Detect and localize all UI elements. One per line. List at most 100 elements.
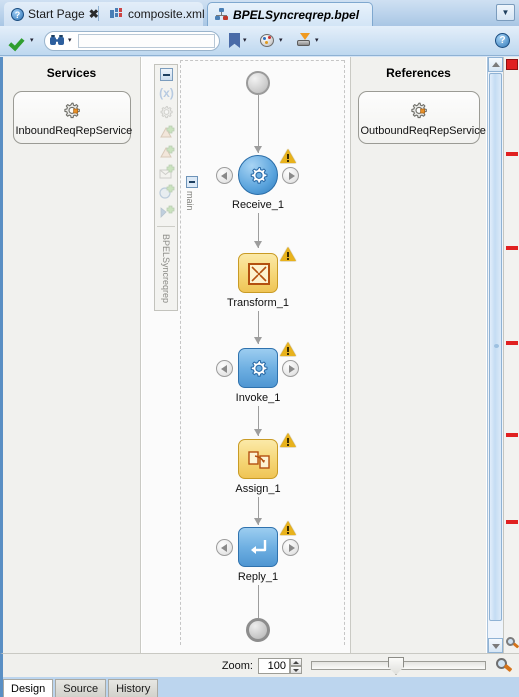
error-marker[interactable] [506, 520, 518, 524]
scroll-up-button[interactable] [488, 57, 503, 72]
binoculars-icon[interactable] [50, 34, 65, 47]
assign-icon [247, 448, 271, 472]
end-event[interactable] [246, 618, 270, 642]
scroll-thumb-grip [494, 344, 499, 348]
scroll-thumb[interactable] [489, 73, 502, 621]
error-marker[interactable] [506, 246, 518, 250]
zoom-stepper-down[interactable] [290, 665, 302, 674]
validate-icon[interactable] [10, 33, 27, 48]
activity-node-receive-1[interactable] [238, 155, 278, 195]
start-event[interactable] [246, 71, 270, 95]
service-node-inbound[interactable]: InboundReqRepService [12, 91, 133, 144]
editor-tab-bar: ? Start Page ✖ composite.xml BPELSyncreq… [0, 0, 519, 26]
tab-history[interactable]: History [108, 679, 159, 697]
search-scope-caret-icon[interactable]: ▾ [68, 37, 75, 44]
nav-prev-invoke-1[interactable] [216, 360, 233, 377]
references-panel: References OutboundReqRepService [350, 57, 486, 653]
deploy-dropdown-caret-icon[interactable]: ▾ [315, 37, 322, 44]
editor-mode-tab-bar: Design Source History [0, 677, 519, 697]
error-marker[interactable] [506, 152, 518, 156]
nav-next-receive-1[interactable] [282, 167, 299, 184]
reply-icon [248, 537, 270, 559]
validate-dropdown-caret-icon[interactable]: ▾ [30, 37, 37, 44]
nav-next-reply-1[interactable] [282, 539, 299, 556]
references-panel-title: References [386, 66, 451, 80]
services-panel-title: Services [46, 66, 97, 80]
deploy-icon[interactable] [296, 33, 312, 48]
flow-graph: Receive_1 Transform_1 Invoke_1 Assign_1 … [142, 57, 350, 653]
gear-icon [247, 164, 271, 188]
error-marker[interactable] [506, 341, 518, 345]
magnifier-icon[interactable] [496, 658, 513, 673]
composite-icon [110, 8, 124, 20]
help-icon[interactable]: ? [495, 33, 510, 48]
arrowhead [254, 518, 262, 525]
gear-icon [247, 357, 271, 381]
gear-icon [408, 102, 430, 125]
tab-start-page[interactable]: ? Start Page ✖ [4, 2, 111, 26]
tab-start-page-label: Start Page [28, 7, 85, 21]
warning-icon-receive-1[interactable] [280, 149, 296, 164]
scroll-down-button[interactable] [488, 638, 503, 653]
tab-source[interactable]: Source [55, 679, 107, 697]
palette-icon[interactable] [260, 33, 276, 48]
palette-dropdown-caret-icon[interactable]: ▾ [279, 37, 286, 44]
bookmark-icon[interactable] [229, 33, 240, 48]
zoom-slider[interactable] [311, 657, 486, 675]
tab-overflow-button[interactable]: ▼ [496, 4, 515, 21]
error-marker[interactable] [506, 433, 518, 437]
canvas-vertical-scrollbar[interactable] [487, 57, 503, 653]
help-circle-icon: ? [11, 7, 24, 21]
tab-composite-xml-label: composite.xml [128, 7, 205, 21]
zoom-input[interactable] [258, 657, 290, 674]
reference-node-outbound-label: OutboundReqRepService [360, 125, 486, 137]
error-marker-bar [503, 57, 519, 653]
activity-label-receive-1: Receive_1 [232, 199, 284, 211]
zoom-to-fit-icon[interactable] [506, 637, 519, 650]
tab-bpel-syncreqrep[interactable]: BPELSyncreqrep.bpel [207, 2, 373, 26]
tab-composite-xml[interactable]: composite.xml [103, 2, 205, 26]
warning-icon-invoke-1[interactable] [280, 342, 296, 357]
search-box: ▾ [44, 30, 220, 51]
zoom-slider-thumb[interactable] [388, 657, 404, 675]
activity-node-invoke-1[interactable] [238, 348, 278, 388]
bookmark-dropdown-caret-icon[interactable]: ▾ [243, 37, 250, 44]
error-summary-marker[interactable] [506, 59, 518, 70]
warning-icon-transform-1[interactable] [280, 247, 296, 262]
arrowhead [254, 241, 262, 248]
activity-label-invoke-1: Invoke_1 [235, 392, 281, 404]
activity-node-transform-1[interactable] [238, 253, 278, 293]
nav-prev-receive-1[interactable] [216, 167, 233, 184]
nav-prev-reply-1[interactable] [216, 539, 233, 556]
activity-label-assign-1: Assign_1 [235, 483, 281, 495]
service-node-inbound-label: InboundReqRepService [15, 125, 133, 137]
search-input[interactable] [78, 33, 215, 48]
arrowhead [254, 337, 262, 344]
zoom-stepper [290, 657, 302, 674]
activity-node-reply-1[interactable] [238, 527, 278, 567]
zoom-stepper-up[interactable] [290, 657, 302, 666]
zoom-bar: Zoom: [0, 653, 519, 677]
bpel-flow-canvas[interactable]: (x) BPELSyncreqrep main Receive_1 Transf… [142, 57, 350, 653]
connector-start-receive [258, 95, 259, 153]
tab-bpel-syncreqrep-label: BPELSyncreqrep.bpel [233, 7, 360, 22]
arrowhead [254, 429, 262, 436]
services-panel: Services InboundReqRepService [3, 57, 141, 653]
tab-divider [98, 6, 99, 21]
activity-label-reply-1: Reply_1 [237, 571, 279, 583]
editor-toolbar: ▾ ▾ ▾ ▾ ▾ ? [0, 26, 519, 56]
warning-icon-reply-1[interactable] [280, 521, 296, 536]
activity-label-transform-1: Transform_1 [227, 297, 289, 309]
reference-node-outbound[interactable]: OutboundReqRepService [357, 91, 486, 144]
nav-next-invoke-1[interactable] [282, 360, 299, 377]
designer-body: Services InboundReqRepService (x) BPELSy… [0, 57, 519, 653]
activity-node-assign-1[interactable] [238, 439, 278, 479]
arrowhead [254, 146, 262, 153]
bpel-icon [215, 8, 229, 21]
zoom-label: Zoom: [221, 659, 253, 672]
tab-design[interactable]: Design [3, 679, 54, 697]
connector-reply-end [258, 585, 259, 618]
transform-icon [248, 263, 270, 285]
gear-icon [61, 102, 83, 125]
warning-icon-assign-1[interactable] [280, 433, 296, 448]
